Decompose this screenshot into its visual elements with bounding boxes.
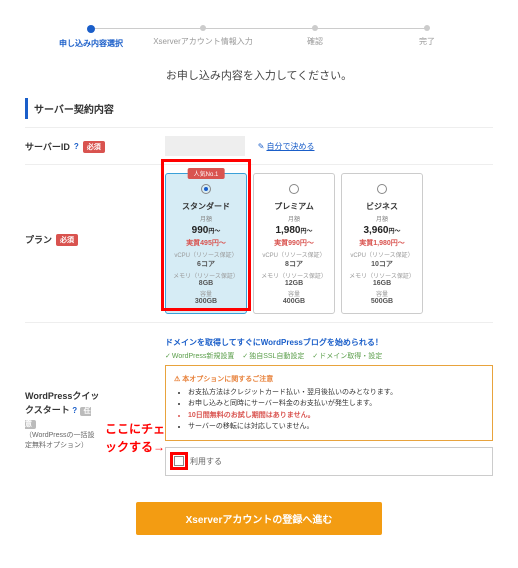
section-title: サーバー契約内容 bbox=[25, 98, 493, 119]
annotation-arrow: ここにチェックする→ bbox=[105, 420, 165, 456]
plan-radio[interactable] bbox=[201, 184, 211, 194]
notice-title: 本オプションに関するご注意 bbox=[174, 374, 484, 385]
wp-sublabel: （WordPressの一括設定無料オプション） bbox=[25, 431, 101, 452]
plan-card-1[interactable]: プレミアム 月額 1,980円～ 実質990円～ vCPU（リソース保証）8コア… bbox=[253, 173, 335, 314]
plan-card-0[interactable]: 人気No.1 スタンダード 月額 990円～ 実質495円～ vCPU（リソース… bbox=[165, 173, 247, 314]
notice-item: お申し込みと同時にサーバー料金のお支払いが発生します。 bbox=[188, 398, 484, 409]
progress-steps: 申し込み内容選択 Xserverアカウント情報入力 確認 完了 bbox=[35, 25, 483, 49]
feature-item: ドメイン取得・設定 bbox=[312, 353, 382, 360]
step-2: Xserverアカウント情報入力 bbox=[147, 25, 259, 49]
plan-name: プレミアム bbox=[258, 201, 330, 212]
notice-box: 本オプションに関するご注意 お支払方法はクレジットカード払い・翌月後払いのみとな… bbox=[165, 365, 493, 441]
plan-card-2[interactable]: ビジネス 月額 3,960円～ 実質1,980円～ vCPU（リソース保証）10… bbox=[341, 173, 423, 314]
ribbon: 人気No.1 bbox=[188, 168, 225, 179]
server-id-row: サーバーID ? 必須 自分で決める bbox=[25, 127, 493, 164]
plan-row: プラン 必須 人気No.1 スタンダード 月額 990円～ 実質495円～ vC… bbox=[25, 164, 493, 322]
notice-item: お支払方法はクレジットカード払い・翌月後払いのみとなります。 bbox=[188, 387, 484, 398]
step-4: 完了 bbox=[371, 25, 483, 49]
server-id-change-link[interactable]: 自分で決める bbox=[266, 142, 314, 151]
help-icon[interactable]: ? bbox=[72, 406, 77, 415]
feature-list: WordPress新規設置 独自SSL自動設定 ドメイン取得・設定 bbox=[165, 351, 493, 361]
server-id-label: サーバーID bbox=[25, 140, 70, 153]
plan-name: スタンダード bbox=[170, 201, 242, 212]
notice-item: 10日間無料のお試し期間はありません。 bbox=[188, 410, 484, 421]
server-id-value bbox=[165, 136, 245, 156]
promo-text: ドメインを取得してすぐにWordPressブログを始められる！ bbox=[165, 337, 493, 348]
step-1: 申し込み内容選択 bbox=[35, 25, 147, 49]
help-icon[interactable]: ? bbox=[74, 142, 79, 151]
required-badge: 必須 bbox=[83, 141, 105, 153]
notice-item: サーバーの移転には対応していません。 bbox=[188, 421, 484, 432]
feature-item: 独自SSL自動設定 bbox=[242, 353, 304, 360]
checkbox-label: 利用する bbox=[190, 456, 222, 467]
step-3: 確認 bbox=[259, 25, 371, 49]
checkbox-row[interactable]: 利用する bbox=[165, 447, 493, 476]
plan-name: ビジネス bbox=[346, 201, 418, 212]
plan-label: プラン bbox=[25, 233, 52, 246]
plan-cards: 人気No.1 スタンダード 月額 990円～ 実質495円～ vCPU（リソース… bbox=[165, 173, 493, 314]
lead-text: お申し込み内容を入力してください。 bbox=[25, 67, 493, 83]
proceed-button[interactable]: Xserverアカウントの登録へ進む bbox=[136, 502, 383, 535]
plan-radio[interactable] bbox=[377, 184, 387, 194]
feature-item: WordPress新規設置 bbox=[165, 353, 234, 360]
required-badge: 必須 bbox=[56, 234, 78, 246]
use-checkbox[interactable] bbox=[174, 456, 184, 466]
wp-quickstart-row: WordPressクイックスタート ? 任意 （WordPressの一括設定無料… bbox=[25, 322, 493, 484]
plan-radio[interactable] bbox=[289, 184, 299, 194]
